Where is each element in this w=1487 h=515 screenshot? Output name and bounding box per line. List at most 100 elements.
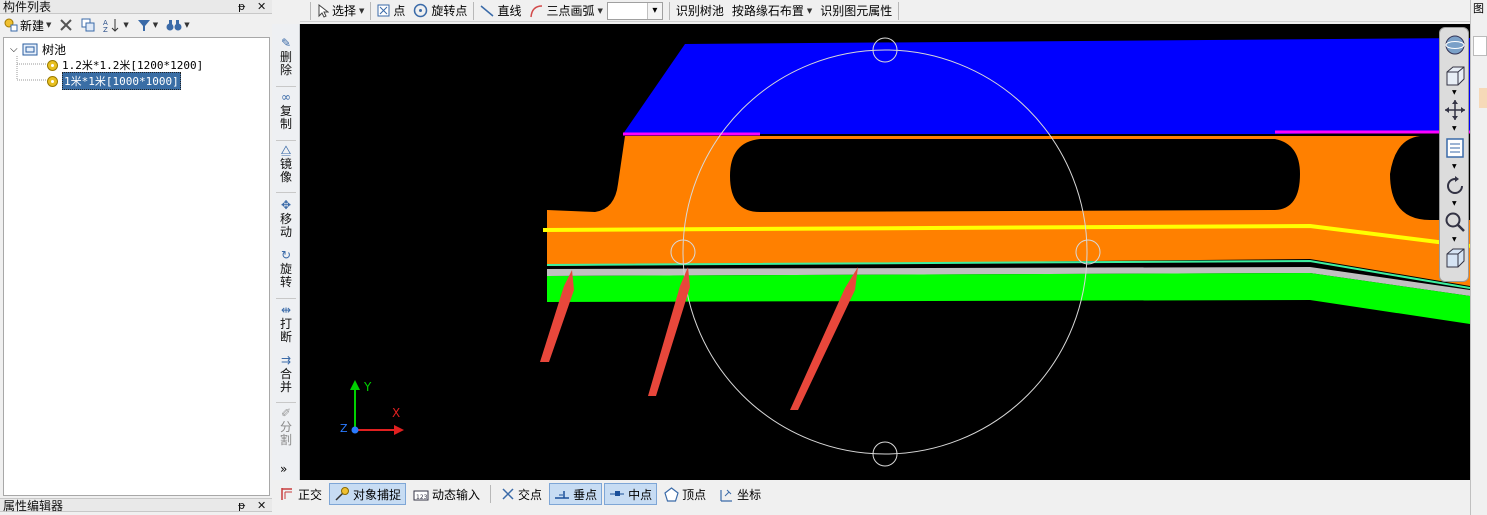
ortho-icon [281, 488, 292, 500]
chevron-down-icon[interactable]: ▼ [1452, 125, 1457, 132]
copy-circles-icon: ∞ [281, 90, 291, 104]
right-panel-field[interactable] [1473, 36, 1487, 56]
pin-icon[interactable]: ᵽ [238, 0, 245, 14]
three-point-arc-button[interactable]: 三点画弧 ▼ [525, 1, 606, 21]
tree-item-label: 1米*1米[1000*1000] [62, 72, 181, 90]
ortho-toggle[interactable]: 正交 [274, 483, 327, 505]
close-icon[interactable]: ✕ [257, 499, 266, 513]
mirror-tool-label: 镜像 [280, 157, 293, 184]
chevron-down-icon[interactable]: ▼ [1452, 236, 1457, 243]
draw-toolbar: 选择 ▼ 点 旋转点 直线 三点画弧 ▼ 识别树池 按路缘石布置 [300, 0, 1470, 22]
vertex-pentagon-icon [664, 486, 679, 502]
component-list-panel: 构件列表 ᵽ ✕ 新建 ▼ AZ ▼ ▼ ▼ ⌵ 树池 1.2米*1.2米[12… [0, 0, 272, 515]
rotate-tool-button[interactable]: ↻ 旋转 [272, 248, 300, 289]
toolbar-separator [276, 402, 296, 403]
break-tool-button[interactable]: ⇹ 打断 [272, 303, 300, 344]
rotate-view-icon[interactable] [1443, 174, 1467, 198]
gear-icon [47, 59, 58, 71]
toolbar-separator [370, 1, 372, 20]
select-button[interactable]: 选择 ▼ [313, 1, 368, 21]
pin-icon[interactable]: ᵽ [238, 499, 245, 513]
move-tool-label: 移动 [280, 212, 293, 239]
coordinate-snap-toggle[interactable]: 坐标 [713, 483, 766, 505]
intersection-snap-toggle[interactable]: 交点 [496, 483, 547, 505]
chevron-down-icon[interactable]: ▼ [1452, 200, 1457, 207]
merge-tool-button[interactable]: ⇉ 合并 [272, 353, 300, 394]
sort-button[interactable]: AZ ▼ [103, 16, 129, 34]
move-tool-button[interactable]: ✥ 移动 [272, 198, 300, 239]
perpendicular-icon [555, 491, 570, 499]
point-button[interactable]: 点 [373, 1, 409, 21]
curb-layout-button[interactable]: 按路缘石布置 ▼ [728, 1, 816, 21]
move-arrows-icon: ✥ [280, 198, 292, 212]
ortho-label: 正交 [298, 487, 323, 502]
zoom-window-icon[interactable] [1443, 136, 1467, 160]
mirror-tool-button[interactable]: ⧋ 镜像 [272, 143, 300, 184]
svg-text:Z: Z [103, 26, 108, 32]
axis-y-label: Y [364, 380, 372, 394]
drawing-canvas[interactable]: Y X Z [300, 24, 1470, 480]
gear-icon [47, 75, 58, 87]
dynamic-input-toggle[interactable]: 123 动态输入 [408, 483, 485, 505]
midpoint-icon [610, 491, 625, 496]
select-label: 选择 [332, 4, 357, 18]
line-icon [480, 4, 494, 17]
break-icon: ⇹ [280, 303, 292, 317]
line-label: 直线 [497, 4, 522, 18]
expand-toolbar-icon[interactable]: » [280, 462, 287, 476]
arc-option-combo[interactable] [606, 1, 663, 20]
delete-button[interactable] [59, 16, 73, 34]
close-icon[interactable]: ✕ [257, 0, 266, 14]
perpendicular-label: 垂点 [573, 487, 598, 502]
view-box-icon[interactable] [1443, 246, 1467, 270]
object-snap-toggle[interactable]: 对象捕捉 [329, 483, 407, 505]
split-tool-button[interactable]: ✐ 分割 [272, 406, 300, 447]
delete-tool-button[interactable]: ✎ 删除 [272, 36, 300, 77]
line-button[interactable]: 直线 [476, 1, 525, 21]
copy-icon [81, 18, 95, 32]
point-box-icon [377, 4, 390, 17]
canvas-drawing [350, 37, 1470, 467]
orbit-globe-icon[interactable] [1443, 33, 1467, 57]
rotate-point-button[interactable]: 旋转点 [409, 1, 471, 21]
tree-item[interactable]: 1.2米*1.2米[1200*1200] [47, 57, 203, 73]
toolbar-separator [310, 1, 311, 20]
component-list-title: 构件列表 [3, 0, 52, 14]
find-button[interactable]: ▼ [166, 16, 190, 34]
filter-icon [137, 20, 150, 31]
vertex-snap-toggle[interactable]: 顶点 [659, 483, 711, 505]
midpoint-snap-toggle[interactable]: 中点 [604, 483, 658, 505]
merge-tool-label: 合并 [280, 367, 293, 394]
break-tool-label: 打断 [280, 317, 293, 344]
chevron-down-icon[interactable]: ▼ [1452, 163, 1457, 170]
view-cube-icon[interactable] [1443, 64, 1467, 88]
app-window: 构件列表 ᵽ ✕ 新建 ▼ AZ ▼ ▼ ▼ ⌵ 树池 1.2米*1.2米[12… [0, 0, 1487, 515]
component-tree[interactable]: ⌵ 树池 1.2米*1.2米[1200*1200] 1米*1米[1000*100… [3, 37, 270, 496]
tree-item-selected[interactable]: 1米*1米[1000*1000] [47, 72, 181, 90]
pan-arrows-icon[interactable] [1443, 98, 1467, 122]
status-separator [490, 485, 492, 503]
new-button[interactable]: 新建 ▼ [4, 16, 51, 34]
chevron-down-icon[interactable]: ▼ [1452, 89, 1457, 96]
perpendicular-snap-toggle[interactable]: 垂点 [549, 483, 603, 505]
chevron-down-icon: ▼ [184, 21, 190, 29]
intersection-icon [502, 488, 514, 500]
identify-attr-button[interactable]: 识别图元属性 [816, 1, 896, 21]
view-navigation-bar: ▼ ▼ ▼ ▼ ▼ [1439, 27, 1469, 282]
toolbar-separator [276, 140, 296, 141]
right-panel-edge: 图 [1470, 0, 1487, 515]
identify-tree-pool-button[interactable]: 识别树池 [672, 1, 728, 21]
zoom-magnifier-icon[interactable] [1443, 210, 1467, 234]
copy-button[interactable] [81, 16, 95, 34]
chevron-down-icon: ▼ [597, 6, 603, 15]
binoculars-icon [166, 20, 182, 31]
merge-icon: ⇉ [280, 353, 292, 367]
filter-button[interactable]: ▼ [137, 16, 158, 34]
new-icon [4, 18, 18, 32]
axis-x-label: X [392, 406, 401, 420]
copy-tool-button[interactable]: ∞ 复制 [272, 90, 300, 131]
delete-x-icon [60, 19, 73, 31]
right-panel-highlight [1479, 88, 1487, 108]
arc-icon [530, 4, 543, 17]
dynamic-input-label: 动态输入 [432, 487, 481, 502]
